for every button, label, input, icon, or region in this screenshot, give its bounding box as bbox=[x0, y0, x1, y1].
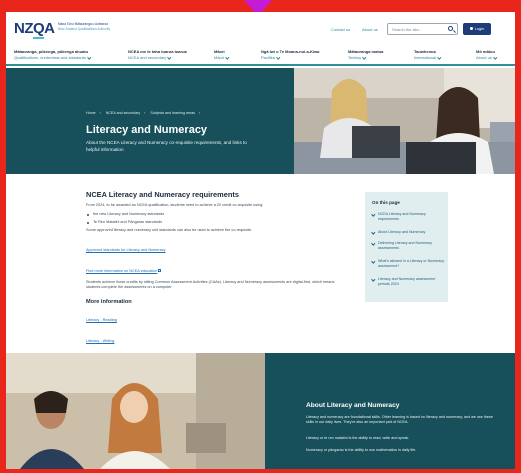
students-exam-photo bbox=[294, 68, 515, 174]
toc-item-periods[interactable]: Literacy and Numeracy assessment periods… bbox=[372, 277, 446, 287]
search-icon[interactable] bbox=[448, 26, 453, 31]
students-smiling-photo bbox=[6, 353, 265, 469]
nav-maori-label: Mō mātou bbox=[476, 49, 495, 54]
nav-english-label: NCEA and secondary bbox=[128, 55, 167, 60]
nav-item-international[interactable]: Tauwhenua International bbox=[414, 49, 442, 60]
logo-subtitle: Mana Tohu Mātauranga o Aotearoa New Zeal… bbox=[58, 22, 148, 31]
search-placeholder: Search the site... bbox=[392, 27, 423, 32]
students-exam-illustration bbox=[294, 68, 515, 174]
nav-item-pacifika[interactable]: Ngā Iwi o Te Moana-nui-a-Kiwa Pacifika bbox=[261, 49, 319, 60]
login-label: Login bbox=[474, 26, 485, 31]
toc-item-allowed[interactable]: What's allowed in a Literacy or Numeracy… bbox=[372, 259, 446, 269]
nav-maori-label: Mātauranga, pūkenga, pūkenga ahuatu bbox=[14, 49, 89, 54]
nzqa-logo[interactable]: NZQA bbox=[14, 20, 55, 39]
nav-item-ncea[interactable]: NCEA me te taha tuarua tuarua NCEA and s… bbox=[128, 49, 187, 60]
about-paragraph-3: Numeracy or pāngarau is the ability to u… bbox=[306, 448, 417, 452]
lock-icon bbox=[469, 27, 473, 31]
chevron-down-icon bbox=[437, 54, 442, 59]
nav-english-label: Qualifications, credentials and standard… bbox=[14, 55, 87, 60]
breadcrumb-ncea[interactable]: NCEA and secondary bbox=[106, 111, 140, 115]
page: NZQA Mana Tohu Mātauranga o Aotearoa New… bbox=[6, 12, 515, 469]
site-header: NZQA Mana Tohu Mātauranga o Aotearoa New… bbox=[6, 12, 515, 46]
external-link-icon bbox=[158, 268, 162, 272]
chevron-down-icon bbox=[493, 54, 497, 59]
nav-maori-label: NCEA me te taha tuarua tuarua bbox=[128, 49, 187, 54]
nav-english-label: Pacifika bbox=[261, 55, 276, 60]
breadcrumb: Home › NCEA and secondary › Subjects and l… bbox=[86, 111, 204, 115]
toc-item-about[interactable]: About Literacy and Numeracy bbox=[372, 230, 446, 235]
breadcrumb-separator: › bbox=[144, 111, 146, 115]
nav-english-label: International bbox=[414, 55, 437, 60]
reading-link[interactable]: Literacy - Reading bbox=[86, 318, 117, 322]
ncea-education-link[interactable]: Find more information on NCEA.education bbox=[86, 269, 157, 273]
about-paragraph-1: Literacy and numeracy are foundational s… bbox=[306, 415, 493, 425]
writing-link[interactable]: Literacy - Writing bbox=[86, 339, 114, 343]
page-description: About the NCEA Literacy and Numeracy co-… bbox=[86, 140, 247, 152]
chevron-down-icon bbox=[167, 54, 172, 59]
nav-maori-label: Mātauranga matua bbox=[348, 49, 384, 54]
nav-maori-label: Ngā Iwi o Te Moana-nui-a-Kiwa bbox=[261, 49, 320, 54]
on-this-page-panel: On this page NCEA Literacy and Numeracy … bbox=[365, 192, 448, 302]
nav-item-qualifications[interactable]: Mātauranga, pūkenga, pūkenga ahuatu Qual… bbox=[14, 49, 92, 60]
toc-item-delivering[interactable]: Delivering Literacy and Numeracy assessm… bbox=[372, 241, 446, 251]
list-item: Te Reo Matatini and Pāngarau standards bbox=[86, 220, 336, 224]
breadcrumb-separator: › bbox=[198, 111, 201, 115]
contact-link[interactable]: Contact us bbox=[331, 27, 350, 32]
list-item: the new Literacy and Numeracy standards bbox=[86, 212, 336, 216]
nav-maori-label: Māori bbox=[214, 49, 225, 54]
page-title: Literacy and Numeracy bbox=[86, 124, 208, 136]
approved-standards-text: Some approved literacy and numeracy unit… bbox=[86, 228, 253, 233]
chevron-down-icon bbox=[362, 54, 367, 59]
login-button[interactable]: Login bbox=[463, 23, 491, 35]
assessment-text: Students achieve these credits by sittin… bbox=[86, 279, 335, 290]
search-input[interactable]: Search the site... bbox=[387, 23, 458, 35]
breadcrumb-separator: › bbox=[99, 111, 101, 115]
more-info-heading: More information bbox=[86, 298, 132, 305]
intro-text: From 2024, to be awarded an NCEA qualifi… bbox=[86, 203, 264, 207]
about-heading: About Literacy and Numeracy bbox=[306, 402, 400, 409]
nav-english-label: Māori bbox=[214, 55, 225, 60]
chevron-down-icon bbox=[225, 54, 230, 59]
nav-item-about[interactable]: Mō mātou About us bbox=[476, 49, 497, 60]
nav-item-maori[interactable]: Māori Māori bbox=[214, 49, 230, 60]
chevron-down-icon bbox=[87, 54, 92, 59]
section-heading: NCEA Literacy and Numeracy requirements bbox=[86, 190, 239, 199]
about-link[interactable]: About us bbox=[362, 27, 378, 32]
main-nav: Mātauranga, pūkenga, pūkenga ahuatu Qual… bbox=[6, 46, 515, 66]
breadcrumb-subjects[interactable]: Subjects and learning areas bbox=[150, 111, 195, 115]
about-section: About Literacy and Numeracy Literacy and… bbox=[6, 353, 515, 469]
nav-item-tertiary[interactable]: Mātauranga matua Tertiary bbox=[348, 49, 383, 60]
toc-item-requirements[interactable]: NCEA Literacy and Numeracy requirements bbox=[372, 212, 446, 222]
approved-standards-link[interactable]: Approved standards for Literacy and Nume… bbox=[86, 248, 166, 252]
students-smiling-illustration bbox=[6, 353, 265, 469]
nav-english-label: Tertiary bbox=[348, 55, 362, 60]
nav-english-label: About us bbox=[476, 55, 492, 60]
english-name: New Zealand Qualifications Authority bbox=[58, 26, 111, 31]
on-this-page-title: On this page bbox=[372, 200, 400, 205]
about-paragraph-2: Literacy or te reo matatini is the abili… bbox=[306, 436, 410, 440]
nav-maori-label: Tauwhenua bbox=[414, 49, 436, 54]
chevron-down-icon bbox=[276, 54, 281, 59]
hero-banner: Home › NCEA and secondary › Subjects and l… bbox=[6, 68, 515, 174]
breadcrumb-home[interactable]: Home bbox=[86, 111, 96, 115]
